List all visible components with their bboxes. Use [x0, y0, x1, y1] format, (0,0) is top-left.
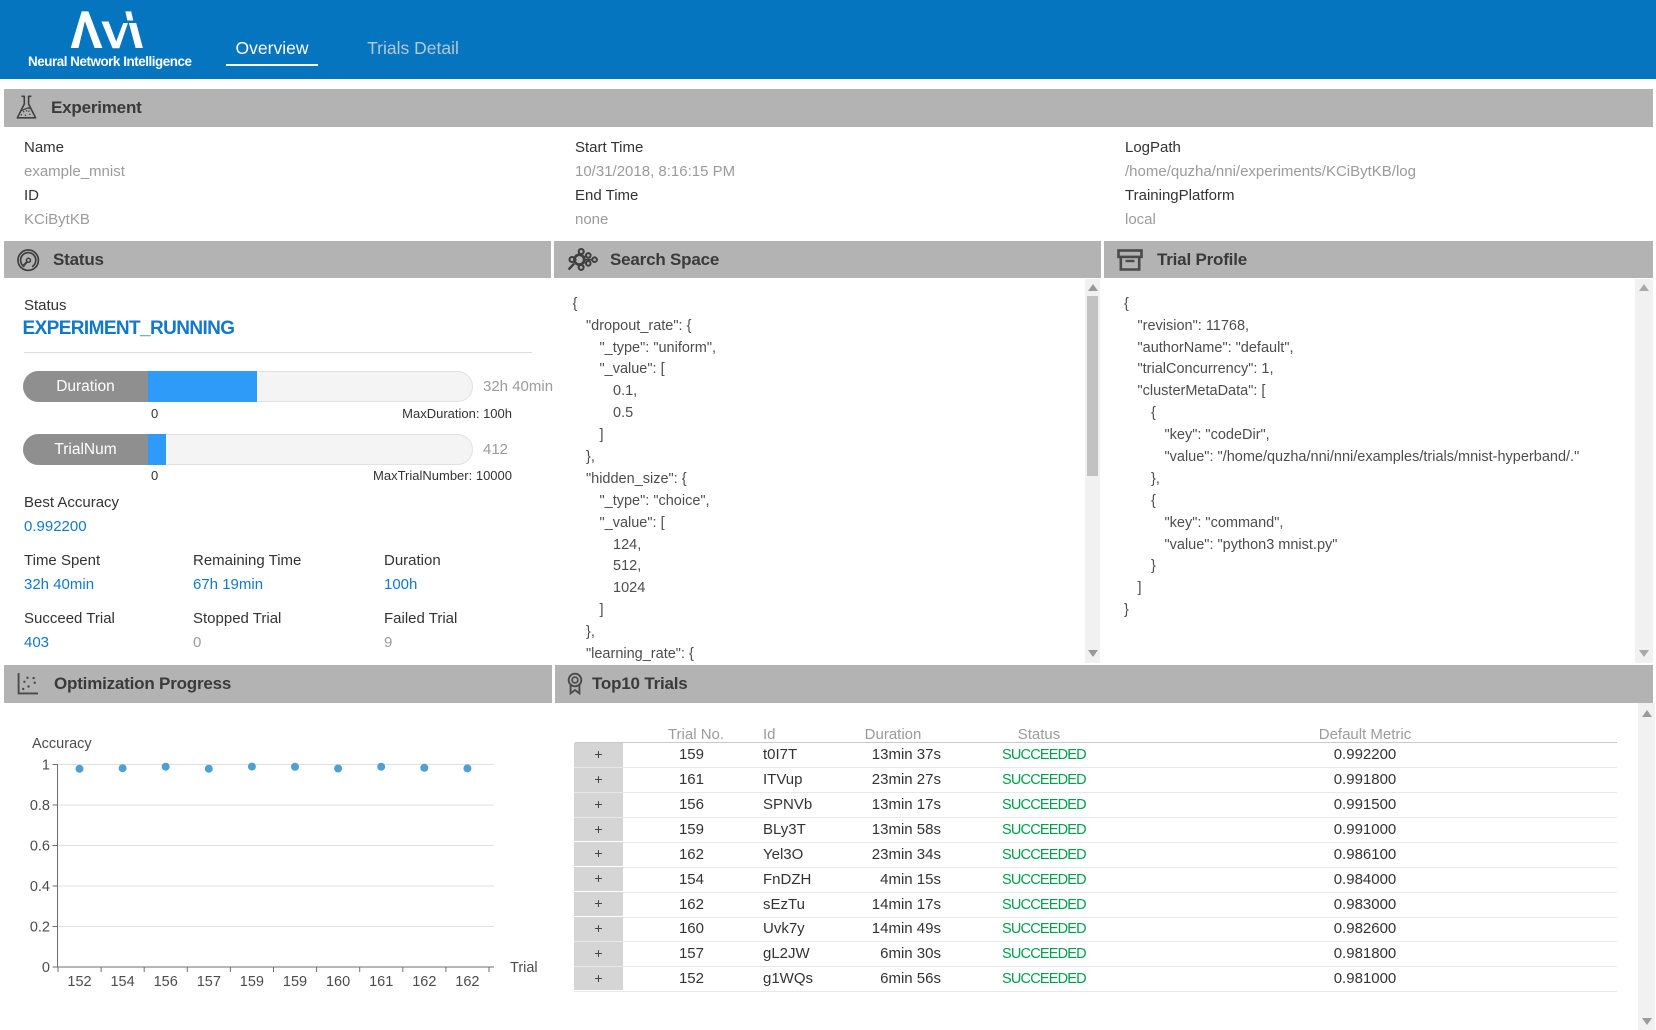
svg-text:0: 0 — [42, 960, 50, 976]
svg-text:161: 161 — [369, 974, 393, 990]
svg-text:154: 154 — [110, 974, 134, 990]
svg-text:159: 159 — [240, 974, 264, 990]
svg-text:Trial: Trial — [510, 960, 538, 976]
svg-text:156: 156 — [154, 974, 178, 990]
svg-text:162: 162 — [412, 974, 436, 990]
svg-text:157: 157 — [197, 974, 221, 990]
svg-text:162: 162 — [455, 974, 479, 990]
svg-text:0.2: 0.2 — [30, 920, 50, 936]
svg-text:160: 160 — [326, 974, 350, 990]
svg-text:Accuracy: Accuracy — [32, 736, 92, 752]
svg-text:152: 152 — [67, 974, 91, 990]
svg-text:0.6: 0.6 — [30, 839, 50, 855]
svg-text:0.4: 0.4 — [30, 879, 50, 895]
svg-text:159: 159 — [283, 974, 307, 990]
svg-text:1: 1 — [42, 758, 50, 774]
svg-text:0.8: 0.8 — [30, 798, 50, 814]
